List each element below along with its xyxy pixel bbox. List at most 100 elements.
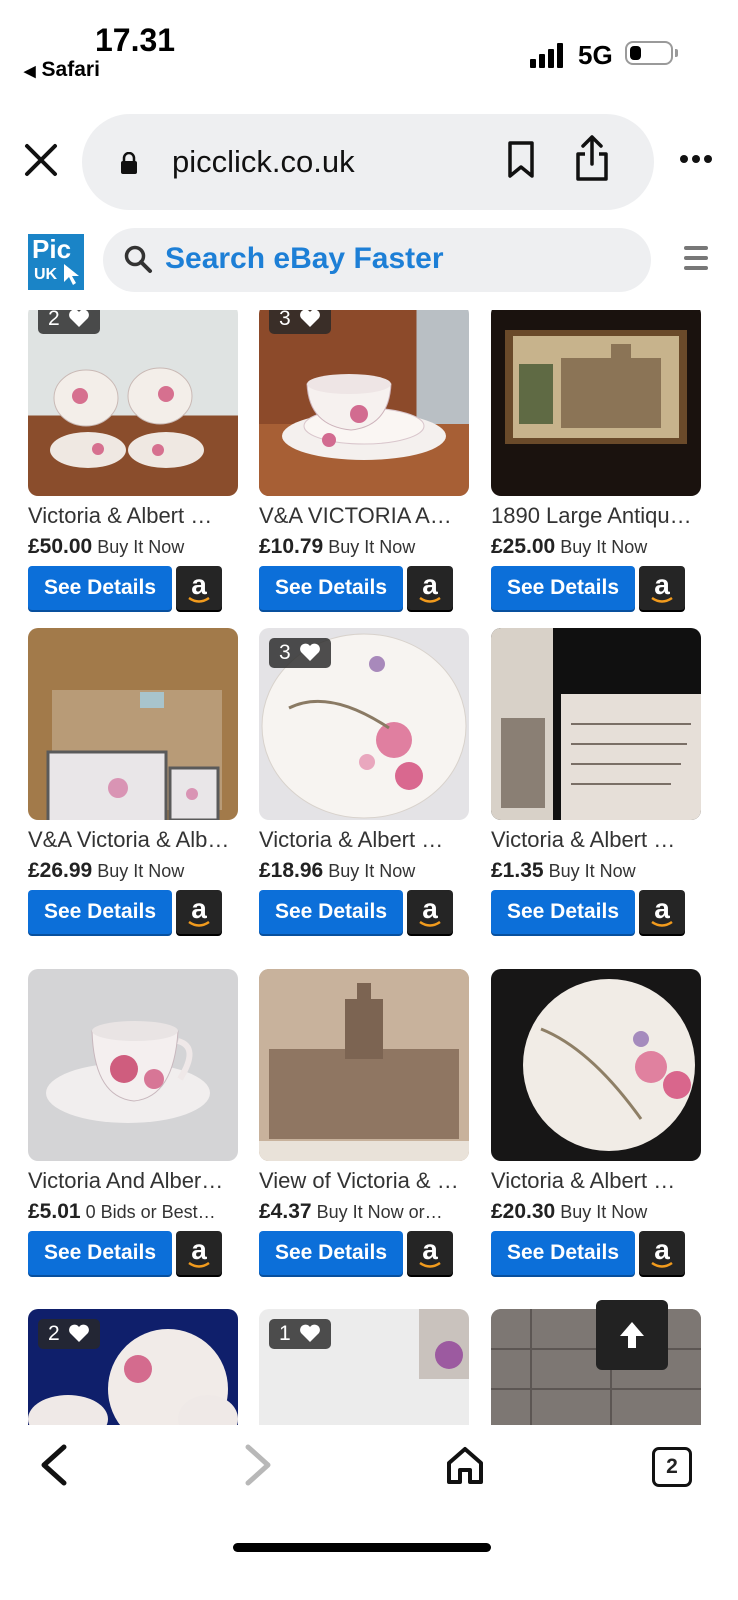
listing-title[interactable]: Victoria & Albert …: [491, 1168, 701, 1194]
heart-icon: [299, 1324, 320, 1342]
back-triangle-icon: ◀: [24, 63, 36, 80]
back-to-app-link[interactable]: ◀ Safari: [24, 58, 100, 82]
amazon-smile-icon: [188, 596, 210, 603]
amazon-button[interactable]: a: [176, 890, 222, 934]
hamburger-menu-icon[interactable]: [684, 246, 708, 276]
listing-title[interactable]: V&A Victoria & Alb…: [28, 827, 238, 853]
forward-arrow-icon[interactable]: [240, 1443, 276, 1487]
listing-format: Buy It Now: [328, 861, 416, 881]
see-details-button[interactable]: See Details: [28, 890, 172, 934]
search-placeholder: Search eBay Faster: [165, 242, 444, 275]
listing-image[interactable]: [28, 628, 238, 820]
bookmark-icon[interactable]: [506, 140, 536, 180]
see-details-button[interactable]: See Details: [491, 890, 635, 934]
amazon-button[interactable]: a: [407, 566, 453, 610]
see-details-button[interactable]: See Details: [259, 890, 403, 934]
listing-price-line: £26.99 Buy It Now: [28, 859, 238, 883]
listing-title[interactable]: Victoria & Albert …: [491, 827, 701, 853]
heart-icon: [299, 643, 320, 661]
amazon-smile-icon: [651, 1261, 673, 1268]
plates-image: [50, 367, 204, 468]
listing-format: Buy It Now: [560, 1202, 648, 1222]
listing-image[interactable]: [491, 969, 701, 1161]
listing-title[interactable]: Victoria & Albert …: [259, 827, 469, 853]
listing-format: Buy It Now: [560, 537, 648, 557]
amazon-smile-icon: [651, 596, 673, 603]
listing-price-line: £1.35 Buy It Now: [491, 859, 701, 883]
search-input[interactable]: Search eBay Faster: [103, 228, 651, 292]
see-details-button[interactable]: See Details: [259, 1231, 403, 1275]
amazon-button[interactable]: a: [176, 1231, 222, 1275]
listing-price: £26.99: [28, 859, 93, 882]
heart-icon: [68, 1324, 89, 1342]
listing-price: £4.37: [259, 1200, 312, 1223]
lock-icon: [121, 152, 137, 174]
home-icon[interactable]: [446, 1445, 484, 1485]
listing-price-line: £10.79 Buy It Now: [259, 535, 469, 559]
see-details-button[interactable]: See Details: [28, 566, 172, 610]
close-icon[interactable]: [24, 143, 58, 177]
listing-format: Buy It Now: [97, 861, 185, 881]
amazon-smile-icon: [651, 920, 673, 927]
listing-format: Buy It Now: [328, 537, 416, 557]
listing-price: £1.35: [491, 859, 544, 882]
listing-grid: 2 Victoria & Albert … £50.00 Buy It Now …: [0, 310, 738, 1460]
status-time: 17.31: [95, 22, 176, 58]
tabs-button[interactable]: 2: [652, 1447, 692, 1487]
listing-title[interactable]: V&A VICTORIA A…: [259, 503, 469, 529]
listing-format: Buy It Now or…: [316, 1202, 443, 1222]
back-arrow-icon[interactable]: [36, 1443, 72, 1487]
listing-price: £25.00: [491, 535, 556, 558]
amazon-button[interactable]: a: [639, 1231, 685, 1275]
watchers-badge: 1: [269, 1319, 331, 1349]
battery-icon: [625, 41, 678, 65]
listing-price: £5.01: [28, 1200, 81, 1223]
listing-title[interactable]: View of Victoria & …: [259, 1168, 469, 1194]
listing-price-line: £20.30 Buy It Now: [491, 1200, 701, 1224]
share-icon[interactable]: [574, 134, 610, 182]
more-menu-icon[interactable]: [680, 150, 716, 168]
listing-image[interactable]: [28, 310, 238, 496]
logo-text: Pic: [32, 234, 72, 264]
see-details-button[interactable]: See Details: [491, 1231, 635, 1275]
teacup-image: [46, 1021, 210, 1123]
listing-image[interactable]: [259, 310, 469, 496]
amazon-button[interactable]: a: [639, 566, 685, 610]
url-text[interactable]: picclick.co.uk: [172, 144, 355, 180]
listing-image[interactable]: [491, 310, 701, 496]
listing-price: £50.00: [28, 535, 93, 558]
amazon-button[interactable]: a: [407, 1231, 453, 1275]
address-bar[interactable]: picclick.co.uk: [82, 114, 654, 210]
watchers-badge: 3: [269, 638, 331, 668]
amazon-smile-icon: [419, 920, 441, 927]
museum-postcard-image: [259, 969, 469, 1161]
heart-icon: [68, 310, 89, 327]
back-app-label: Safari: [41, 58, 100, 81]
amazon-button[interactable]: a: [639, 890, 685, 934]
see-details-button[interactable]: See Details: [259, 566, 403, 610]
amazon-button[interactable]: a: [407, 890, 453, 934]
placemats-image: [46, 690, 222, 820]
listing-title[interactable]: Victoria And Alber…: [28, 1168, 238, 1194]
see-details-button[interactable]: See Details: [491, 566, 635, 610]
listing-image[interactable]: [28, 969, 238, 1161]
watchers-badge: 3: [269, 310, 331, 334]
listing-image[interactable]: [259, 969, 469, 1161]
scroll-to-top-button[interactable]: [596, 1300, 668, 1370]
see-details-button[interactable]: See Details: [28, 1231, 172, 1275]
listing-price-line: £50.00 Buy It Now: [28, 535, 238, 559]
search-icon: [124, 245, 152, 273]
signal-icon: [530, 42, 566, 68]
listing-price-line: £4.37 Buy It Now or…: [259, 1200, 469, 1224]
listing-price-line: £25.00 Buy It Now: [491, 535, 701, 559]
amazon-smile-icon: [419, 596, 441, 603]
network-type: 5G: [578, 40, 613, 70]
watchers-badge: 2: [38, 310, 100, 334]
listing-format: Buy It Now: [97, 537, 185, 557]
picclick-logo[interactable]: Pic UK: [28, 234, 84, 290]
amazon-button[interactable]: a: [176, 566, 222, 610]
listing-image[interactable]: [491, 628, 701, 820]
cup-saucer-image: [259, 374, 469, 496]
listing-title[interactable]: 1890 Large Antiqu…: [491, 503, 701, 529]
listing-title[interactable]: Victoria & Albert …: [28, 503, 238, 529]
